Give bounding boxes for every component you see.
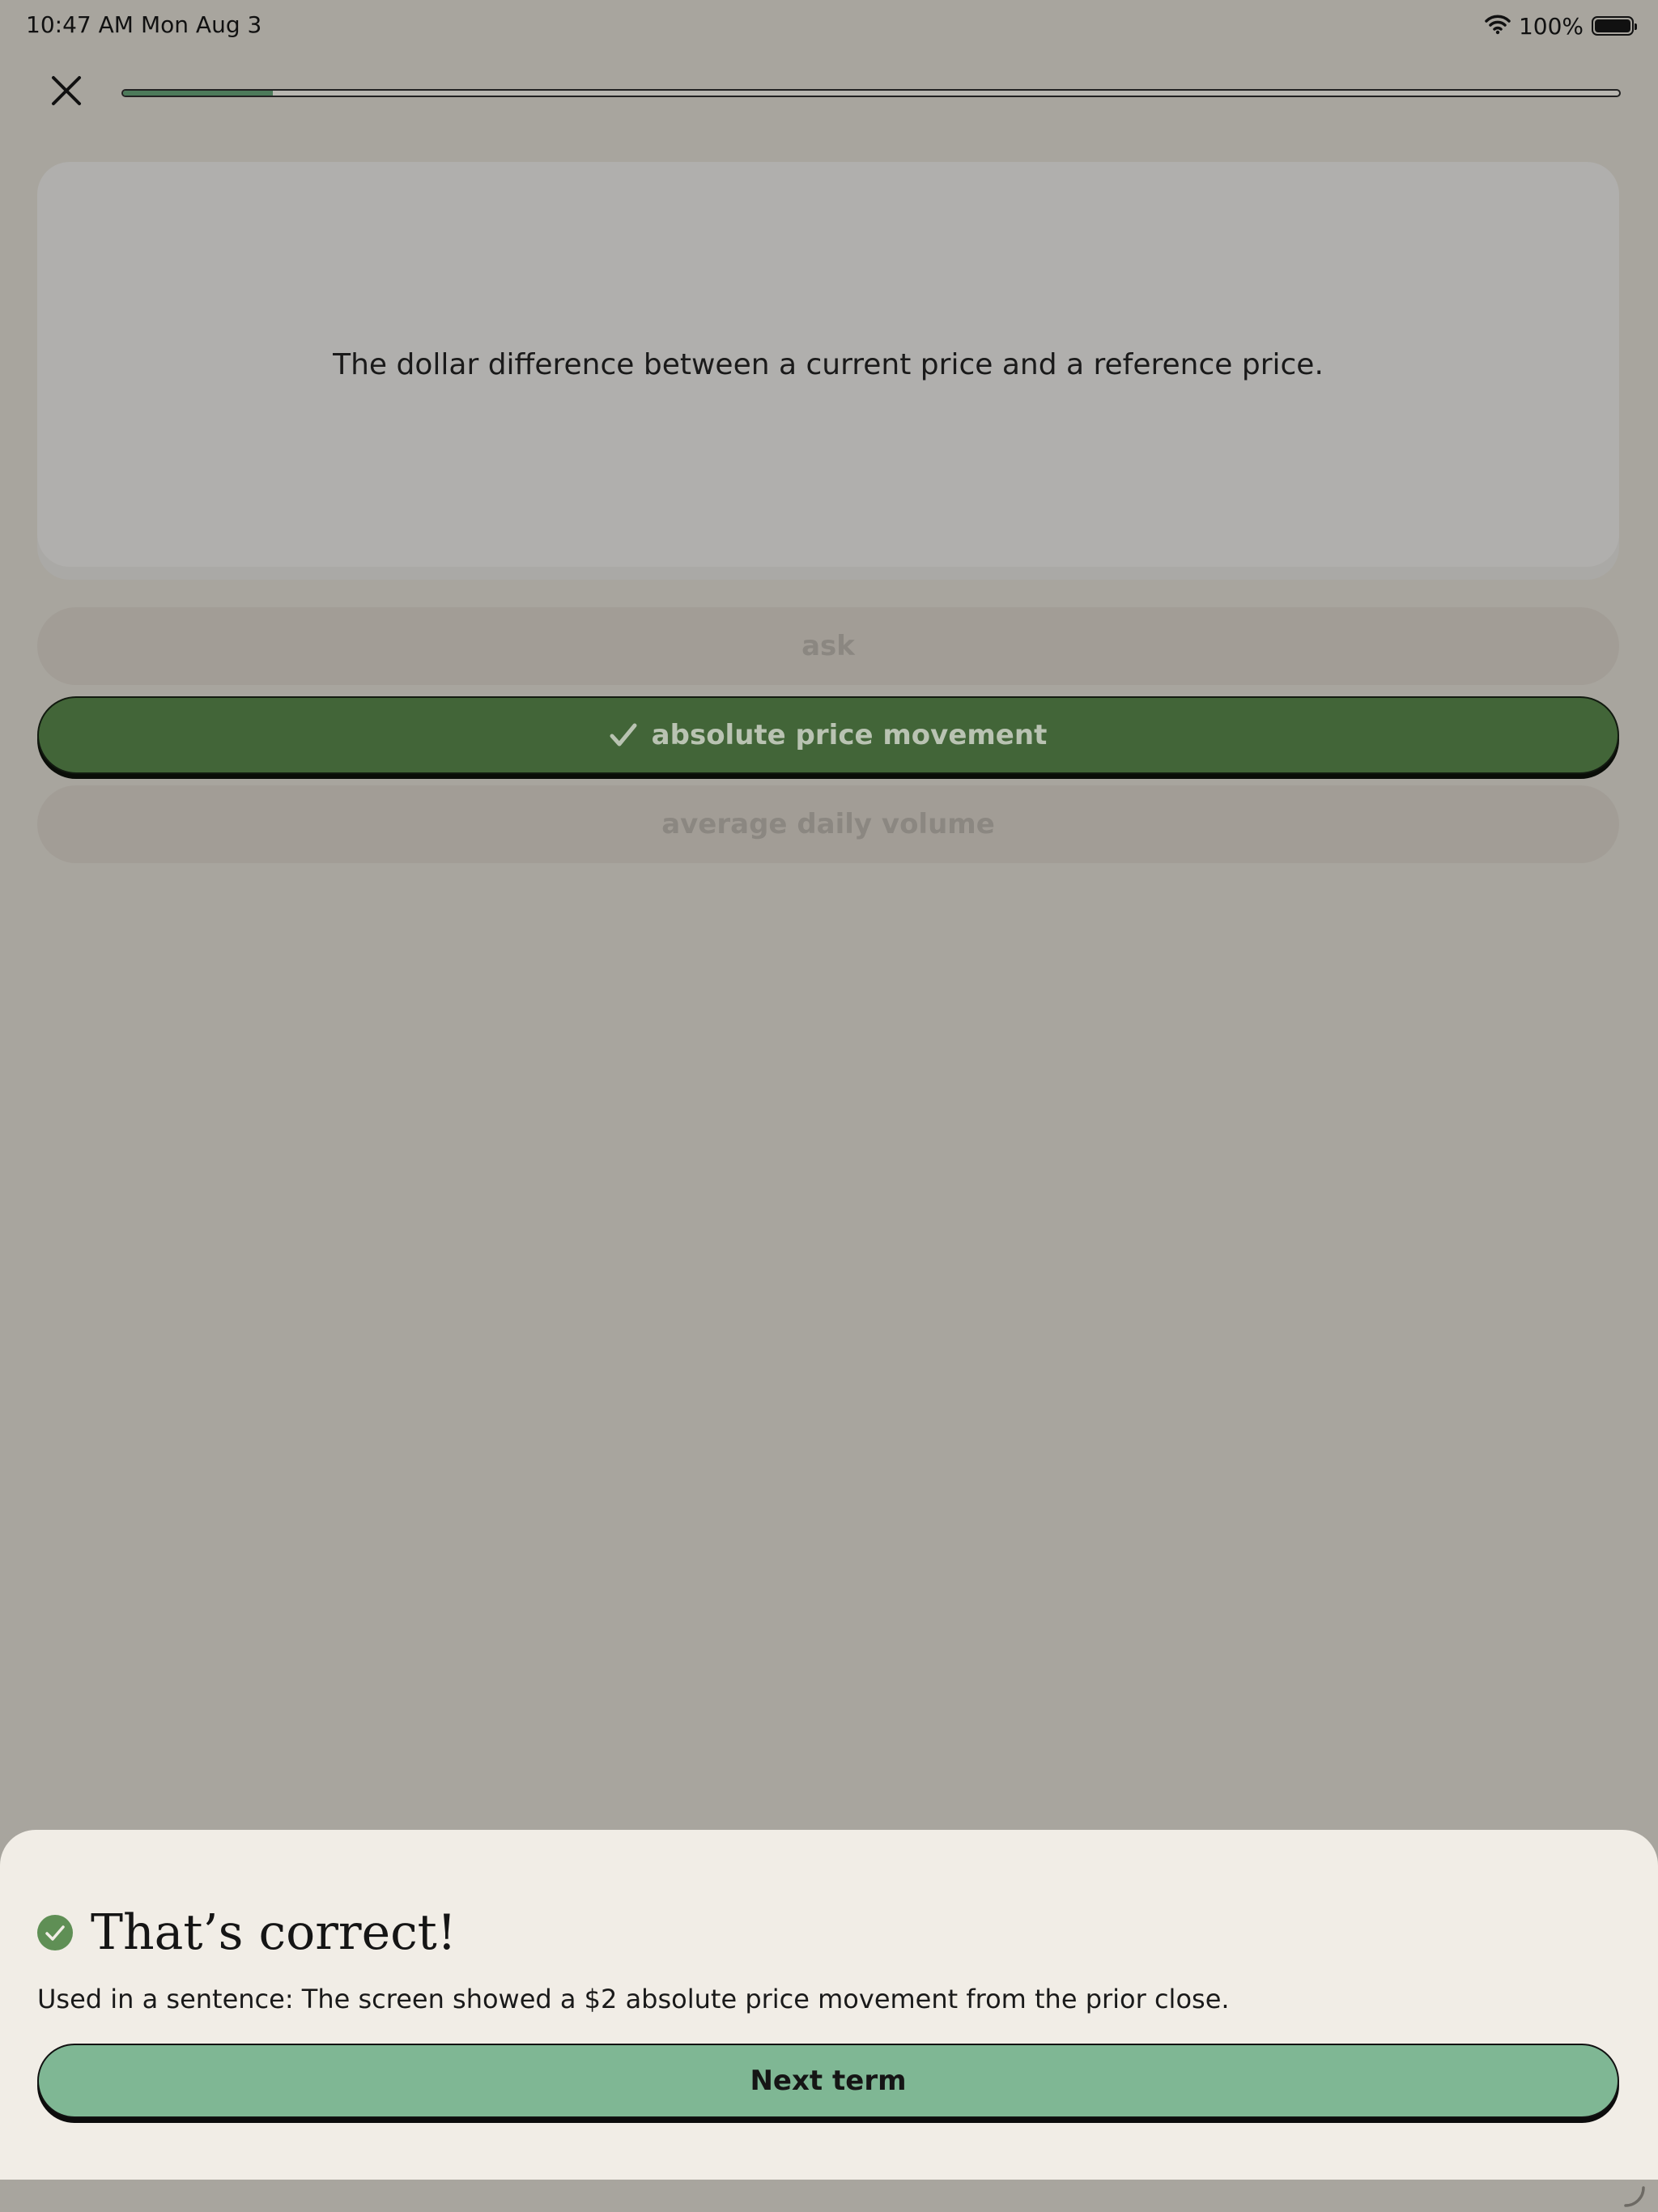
bottom-strip xyxy=(0,2180,1658,2212)
option-average-daily-volume[interactable]: average daily volume xyxy=(37,785,1619,863)
status-date: Mon Aug 3 xyxy=(141,11,262,38)
checkmark-icon xyxy=(610,723,637,747)
progress-fill xyxy=(123,91,273,96)
option-label: ask xyxy=(801,630,855,662)
status-indicators: 100% xyxy=(1485,10,1637,42)
status-bar: 10:47 AM Mon Aug 3 100% xyxy=(0,0,1658,52)
definition-card: The dollar difference between a current … xyxy=(37,162,1619,567)
option-ask[interactable]: ask xyxy=(37,607,1619,685)
progress-bar xyxy=(121,89,1621,97)
option-label: average daily volume xyxy=(661,808,995,840)
check-circle-icon xyxy=(37,1915,73,1950)
feedback-title: That’s correct! xyxy=(91,1904,457,1961)
resize-handle-icon[interactable] xyxy=(1622,2184,1647,2209)
example-sentence: Used in a sentence: The screen showed a … xyxy=(37,1984,1230,2014)
next-term-button[interactable]: Next term xyxy=(37,2044,1619,2118)
battery-icon xyxy=(1592,16,1637,36)
feedback-header: That’s correct! xyxy=(37,1904,457,1961)
next-term-label: Next term xyxy=(750,2065,907,2097)
option-label: absolute price movement xyxy=(651,719,1048,751)
wifi-icon xyxy=(1485,14,1511,38)
close-icon xyxy=(50,74,83,110)
feedback-sheet: That’s correct! Used in a sentence: The … xyxy=(0,1830,1658,2180)
battery-percentage: 100% xyxy=(1518,12,1584,40)
definition-text: The dollar difference between a current … xyxy=(333,347,1324,381)
status-time: 10:47 AM xyxy=(26,11,134,38)
option-absolute-price-movement[interactable]: absolute price movement xyxy=(37,696,1619,774)
close-button[interactable] xyxy=(45,71,87,113)
